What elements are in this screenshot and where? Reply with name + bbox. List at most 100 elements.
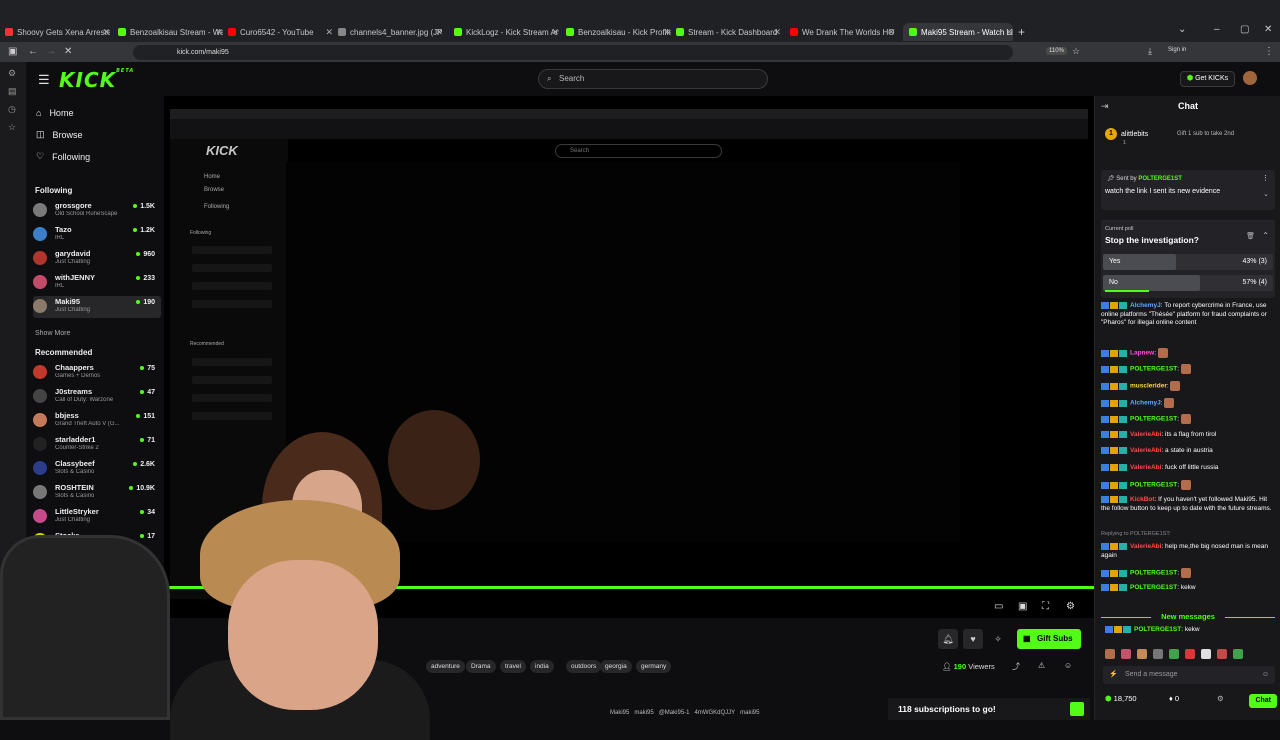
search-input[interactable]: ⌕ Search <box>538 69 768 89</box>
sidebar-toggle-icon[interactable]: ▣ <box>8 46 17 57</box>
social-x[interactable]: Maki95 <box>610 710 629 716</box>
stop-loading-icon[interactable]: ✕ <box>64 46 72 57</box>
poll-option-no[interactable]: No 57% (4) <box>1103 275 1273 291</box>
chat-username[interactable]: ValerieAbi <box>1130 543 1161 550</box>
sidebar-channel-chaappers[interactable]: Chaappers Games + Demos 75 <box>33 362 161 384</box>
stream-tag[interactable]: germany <box>636 660 672 673</box>
browser-tab[interactable]: Maki95 Stream - Watch Live on✕ <box>903 23 1013 41</box>
collapse-poll-icon[interactable]: ⌃ <box>1262 231 1269 240</box>
emote[interactable] <box>1169 649 1179 659</box>
report-icon[interactable]: ⚠ <box>1038 661 1045 670</box>
chat-username[interactable]: ValerieAbi <box>1130 431 1161 438</box>
chat-username[interactable]: AlchemyJ <box>1130 302 1161 309</box>
share-icon[interactable]: ⤴ <box>1012 661 1020 672</box>
profile-icon[interactable]: ☺ <box>1064 661 1072 670</box>
theater-mode-icon[interactable]: ▭ <box>994 601 1003 612</box>
social-discord[interactable]: 4mWGKdQJJY <box>695 710 736 716</box>
sidebar-channel-grossgore[interactable]: grossgore Old School RuneScape 1.5K <box>33 200 161 222</box>
gift-sub-prompt[interactable]: Gift 1 sub to take 2nd <box>1177 131 1234 137</box>
minimize-icon[interactable]: – <box>1214 24 1220 35</box>
get-kicks-button[interactable]: ⬢ Get KICKs <box>1180 71 1236 87</box>
chat-username[interactable]: POLTERGE1ST <box>1130 416 1177 423</box>
stream-tag[interactable]: adventure <box>426 660 465 673</box>
notification-bell-icon[interactable]: 🔔︎ <box>938 629 958 649</box>
browser-tab[interactable]: Stream - Kick Dashboard ✕ <box>676 23 781 41</box>
favorites-icon[interactable]: ☆ <box>8 122 16 133</box>
close-tab-icon[interactable]: ✕ <box>551 27 559 38</box>
kick-logo[interactable]: KICKBETA <box>59 68 134 92</box>
reading-list-icon[interactable]: ▤ <box>8 86 17 97</box>
stream-tag[interactable]: travel <box>500 660 526 673</box>
chat-username[interactable]: Replying to POLTERGE1ST <box>1101 531 1169 537</box>
sparkle-icon[interactable]: ✧ <box>988 629 1008 649</box>
chat-username[interactable]: POLTERGE1ST <box>1130 482 1177 489</box>
chat-send-button[interactable]: Chat <box>1249 694 1277 708</box>
close-tab-icon[interactable]: ✕ <box>1005 27 1013 38</box>
close-tab-icon[interactable]: ✕ <box>435 27 443 38</box>
chat-username[interactable]: musclerider <box>1130 383 1167 390</box>
bookmark-star-icon[interactable]: ☆ <box>1072 46 1080 57</box>
emote[interactable] <box>1233 649 1243 659</box>
nav-following[interactable]: ♡ Following <box>36 151 90 162</box>
new-tab-button[interactable]: + <box>1018 25 1025 39</box>
chat-username[interactable]: Lapnew <box>1130 350 1154 357</box>
zoom-level[interactable]: 110% <box>1046 47 1067 55</box>
browser-tab[interactable]: Curo6542 - YouTube ✕ <box>228 23 333 41</box>
sidebar-channel-tazo[interactable]: Tazo IRL 1.2K <box>33 224 161 246</box>
hamburger-menu-icon[interactable]: ☰ <box>38 72 50 88</box>
chat-settings-icon[interactable]: ⚡ <box>1109 666 1118 684</box>
show-more-link[interactable]: Show More <box>35 330 70 337</box>
gift-icon[interactable] <box>1070 702 1084 716</box>
delete-poll-icon[interactable]: 🗑︎ <box>1246 232 1255 240</box>
chat-username[interactable]: POLTERGE1ST <box>1130 584 1177 591</box>
emote[interactable] <box>1121 649 1131 659</box>
emote[interactable] <box>1105 649 1115 659</box>
address-bar[interactable]: kick.com/maki95 <box>133 45 1013 60</box>
emote[interactable] <box>1185 649 1195 659</box>
sign-in-button[interactable]: Sign in <box>1168 47 1186 53</box>
social-instagram[interactable]: maki95 <box>634 710 653 716</box>
chat-input[interactable]: ⚡ Send a message ☺ <box>1103 666 1275 684</box>
chat-username[interactable]: POLTERGE1ST <box>1130 570 1177 577</box>
close-tab-icon[interactable]: ✕ <box>102 27 110 38</box>
poll-option-yes[interactable]: Yes 43% (3) <box>1103 254 1273 270</box>
pinned-menu-icon[interactable]: ⋮ <box>1262 174 1269 182</box>
stream-tag[interactable]: georgia <box>600 660 632 673</box>
close-tab-icon[interactable]: ✕ <box>215 27 223 38</box>
gift-subs-button[interactable]: ▦ Gift Subs <box>1017 629 1081 649</box>
nav-home[interactable]: ⌂ Home <box>36 108 73 118</box>
close-window-icon[interactable]: ✕ <box>1264 24 1272 35</box>
settings-gear-icon[interactable]: ⚙ <box>8 68 16 79</box>
history-icon[interactable]: ◷ <box>8 104 16 115</box>
browser-tab[interactable]: Benzoalkisau Stream - Watch Li✕ <box>118 23 223 41</box>
sidebar-channel-maki95[interactable]: Maki95 Just Chatting 190 <box>33 296 161 318</box>
user-avatar[interactable] <box>1243 71 1257 85</box>
tab-search-icon[interactable]: ⌄ <box>1178 24 1186 35</box>
browser-tab[interactable]: Benzoalkisau - Kick Profile ✕ <box>566 23 671 41</box>
emote[interactable] <box>1137 649 1147 659</box>
follow-heart-icon[interactable]: ♥ <box>963 629 983 649</box>
stream-tag[interactable]: Drama <box>466 660 496 673</box>
browser-tab[interactable]: We Drank The Worlds HOTTEST✕ <box>790 23 895 41</box>
close-tab-icon[interactable]: ✕ <box>887 27 895 38</box>
chat-username[interactable]: ValerieAbi <box>1130 464 1161 471</box>
back-icon[interactable]: ← <box>28 46 38 57</box>
settings-icon[interactable]: ⚙ <box>1066 601 1075 612</box>
emote[interactable] <box>1217 649 1227 659</box>
social-youtube[interactable]: @Maki95-1 <box>659 710 690 716</box>
emoji-icon[interactable]: ☺ <box>1262 666 1269 684</box>
emote[interactable] <box>1201 649 1211 659</box>
emote[interactable] <box>1153 649 1163 659</box>
chat-username[interactable]: KickBot <box>1130 496 1155 503</box>
expand-pinned-icon[interactable]: ⌄ <box>1263 190 1269 198</box>
chat-username[interactable]: ValerieAbi <box>1130 447 1161 454</box>
sidebar-channel-garydavid[interactable]: garydavid Just Chatting 960 <box>33 248 161 270</box>
nav-browse[interactable]: ◫ Browse <box>36 129 83 140</box>
stream-tag[interactable]: india <box>530 660 554 673</box>
chat-username[interactable]: POLTERGE1ST <box>1130 366 1177 373</box>
browser-tab[interactable]: channels4_banner.jpg (JPEG Im✕ <box>338 23 443 41</box>
social-tiktok[interactable]: maki95 <box>740 710 759 716</box>
new-messages-divider[interactable]: New messages <box>1095 612 1280 621</box>
fullscreen-icon[interactable]: ⛶ <box>1042 601 1049 612</box>
stream-tag[interactable]: outdoors <box>566 660 602 673</box>
